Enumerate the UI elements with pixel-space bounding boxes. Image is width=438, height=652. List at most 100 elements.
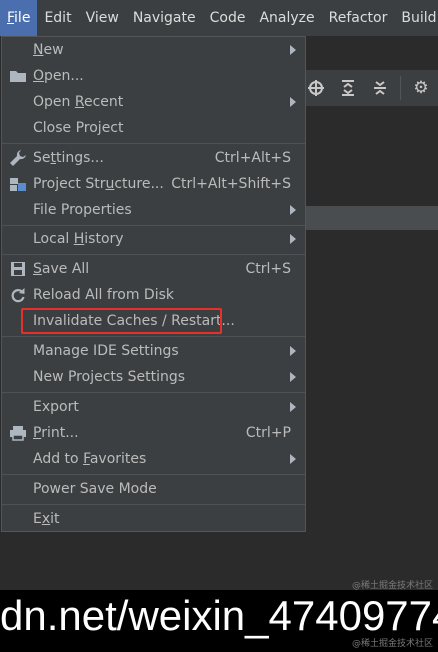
printer-icon bbox=[8, 423, 28, 443]
mnemonic-p: P bbox=[33, 425, 42, 441]
menu-divider bbox=[2, 392, 305, 393]
toolbar-divider bbox=[400, 76, 401, 100]
file-menu-dropdown: New Open... Open Recent Close Project Se… bbox=[1, 36, 306, 532]
menu-item-reload-all[interactable]: Reload All from Disk bbox=[2, 282, 305, 308]
menu-file-mnemonic: F bbox=[7, 10, 15, 26]
mnemonic-o: O bbox=[33, 68, 45, 84]
menu-analyze[interactable]: Analyze bbox=[252, 0, 321, 36]
menu-divider bbox=[2, 474, 305, 475]
folder-icon bbox=[8, 66, 28, 86]
menu-file-rest: ile bbox=[14, 10, 31, 26]
menu-item-label: File Properties bbox=[33, 202, 132, 218]
menu-item-open-recent[interactable]: Open Recent bbox=[2, 89, 305, 115]
project-structure-icon bbox=[8, 174, 28, 194]
label-rest: ecent bbox=[83, 94, 124, 110]
menu-item-new[interactable]: New bbox=[2, 37, 305, 63]
watermark-url: dn.net/weixin_47409774 bbox=[0, 592, 438, 639]
menu-item-label: Reload All from Disk bbox=[33, 287, 174, 303]
gear-icon[interactable]: ⚙ bbox=[405, 72, 437, 104]
label-rest: avorites bbox=[89, 451, 147, 467]
menu-item-label: Exit bbox=[33, 511, 60, 527]
menu-file[interactable]: File bbox=[0, 0, 38, 36]
menu-edit[interactable]: Edit bbox=[37, 0, 78, 36]
menu-item-label: Local History bbox=[33, 231, 124, 247]
menu-item-open[interactable]: Open... bbox=[2, 63, 305, 89]
menu-item-label: Open... bbox=[33, 68, 84, 84]
mnemonic-s: S bbox=[33, 261, 42, 277]
label-rest: tings... bbox=[56, 150, 104, 166]
menu-item-file-properties[interactable]: File Properties bbox=[2, 197, 305, 223]
label-part: Open bbox=[33, 94, 75, 110]
collapse-all-icon[interactable] bbox=[364, 72, 396, 104]
menu-item-print[interactable]: Print... Ctrl+P bbox=[2, 420, 305, 446]
menu-divider bbox=[2, 504, 305, 505]
submenu-arrow-icon bbox=[290, 454, 296, 464]
menu-divider bbox=[2, 143, 305, 144]
menu-divider bbox=[2, 254, 305, 255]
label-rest: pen... bbox=[44, 68, 84, 84]
label-rest: it bbox=[50, 511, 60, 527]
selected-tree-row[interactable] bbox=[306, 206, 438, 230]
label-part: Local bbox=[33, 231, 74, 247]
label-rest: ew bbox=[43, 42, 64, 58]
submenu-arrow-icon bbox=[290, 346, 296, 356]
expand-all-icon[interactable] bbox=[332, 72, 364, 104]
menu-item-label: Close Project bbox=[33, 120, 124, 136]
menu-item-export[interactable]: Export bbox=[2, 394, 305, 420]
submenu-arrow-icon bbox=[290, 45, 296, 55]
highlight-annotation bbox=[21, 308, 222, 334]
menu-bar: File Edit View Navigate Code Analyze Ref… bbox=[0, 0, 438, 36]
menu-item-label: Save All bbox=[33, 261, 89, 277]
menu-item-manage-ide-settings[interactable]: Manage IDE Settings bbox=[2, 338, 305, 364]
watermark-small-top: @稀土掘金技术社区 bbox=[352, 581, 434, 591]
submenu-arrow-icon bbox=[290, 402, 296, 412]
label-rest: cture... bbox=[114, 176, 164, 192]
label-rest: rint... bbox=[41, 425, 79, 441]
menu-item-new-projects-settings[interactable]: New Projects Settings bbox=[2, 364, 305, 390]
label-part: Se bbox=[33, 150, 51, 166]
mnemonic-x: x bbox=[41, 511, 51, 527]
menu-item-label: Export bbox=[33, 399, 79, 415]
mnemonic-h: H bbox=[73, 231, 85, 247]
menu-item-label: Add to Favorites bbox=[33, 451, 146, 467]
menu-item-label: New bbox=[33, 42, 64, 58]
menu-item-label: Print... bbox=[33, 425, 79, 441]
mnemonic-n: N bbox=[33, 42, 44, 58]
menu-item-power-save-mode[interactable]: Power Save Mode bbox=[2, 476, 305, 502]
save-icon bbox=[8, 259, 28, 279]
menu-divider bbox=[2, 336, 305, 337]
menu-item-label: Settings... bbox=[33, 150, 104, 166]
menu-item-settings[interactable]: Settings... Ctrl+Alt+S bbox=[2, 145, 305, 171]
submenu-arrow-icon bbox=[290, 97, 296, 107]
menu-item-exit[interactable]: Exit bbox=[2, 506, 305, 532]
mnemonic-r: R bbox=[74, 94, 84, 110]
menu-item-add-to-favorites[interactable]: Add to Favorites bbox=[2, 446, 305, 472]
menu-build[interactable]: Build bbox=[394, 0, 438, 36]
menu-view[interactable]: View bbox=[79, 0, 126, 36]
mnemonic-a: F bbox=[83, 451, 90, 467]
menu-item-project-structure[interactable]: Project Structure... Ctrl+Alt+Shift+S bbox=[2, 171, 305, 197]
submenu-arrow-icon bbox=[290, 372, 296, 382]
submenu-arrow-icon bbox=[290, 205, 296, 215]
menu-item-save-all[interactable]: Save All Ctrl+S bbox=[2, 256, 305, 282]
label-part: E bbox=[33, 511, 42, 527]
menu-item-label: New Projects Settings bbox=[33, 369, 186, 385]
label-part: Add to bbox=[33, 451, 84, 467]
watermark-small-bottom: @稀土掘金技术社区 bbox=[352, 639, 434, 649]
menu-item-label: Project Structure... bbox=[33, 176, 164, 192]
menu-item-label: Power Save Mode bbox=[33, 481, 157, 497]
label-rest: ave All bbox=[41, 261, 90, 277]
menu-navigate[interactable]: Navigate bbox=[126, 0, 203, 36]
menu-refactor[interactable]: Refactor bbox=[322, 0, 395, 36]
reload-icon bbox=[8, 285, 28, 305]
label-rest: istory bbox=[84, 231, 124, 247]
shortcut-label: Ctrl+Alt+Shift+S bbox=[171, 176, 291, 192]
menu-item-label: Manage IDE Settings bbox=[33, 343, 179, 359]
shortcut-label: Ctrl+S bbox=[245, 261, 291, 277]
menu-code[interactable]: Code bbox=[203, 0, 253, 36]
menu-item-close-project[interactable]: Close Project bbox=[2, 115, 305, 141]
menu-item-local-history[interactable]: Local History bbox=[2, 226, 305, 252]
shortcut-label: Ctrl+Alt+S bbox=[214, 150, 291, 166]
submenu-arrow-icon bbox=[290, 234, 296, 244]
wrench-icon bbox=[8, 148, 28, 168]
